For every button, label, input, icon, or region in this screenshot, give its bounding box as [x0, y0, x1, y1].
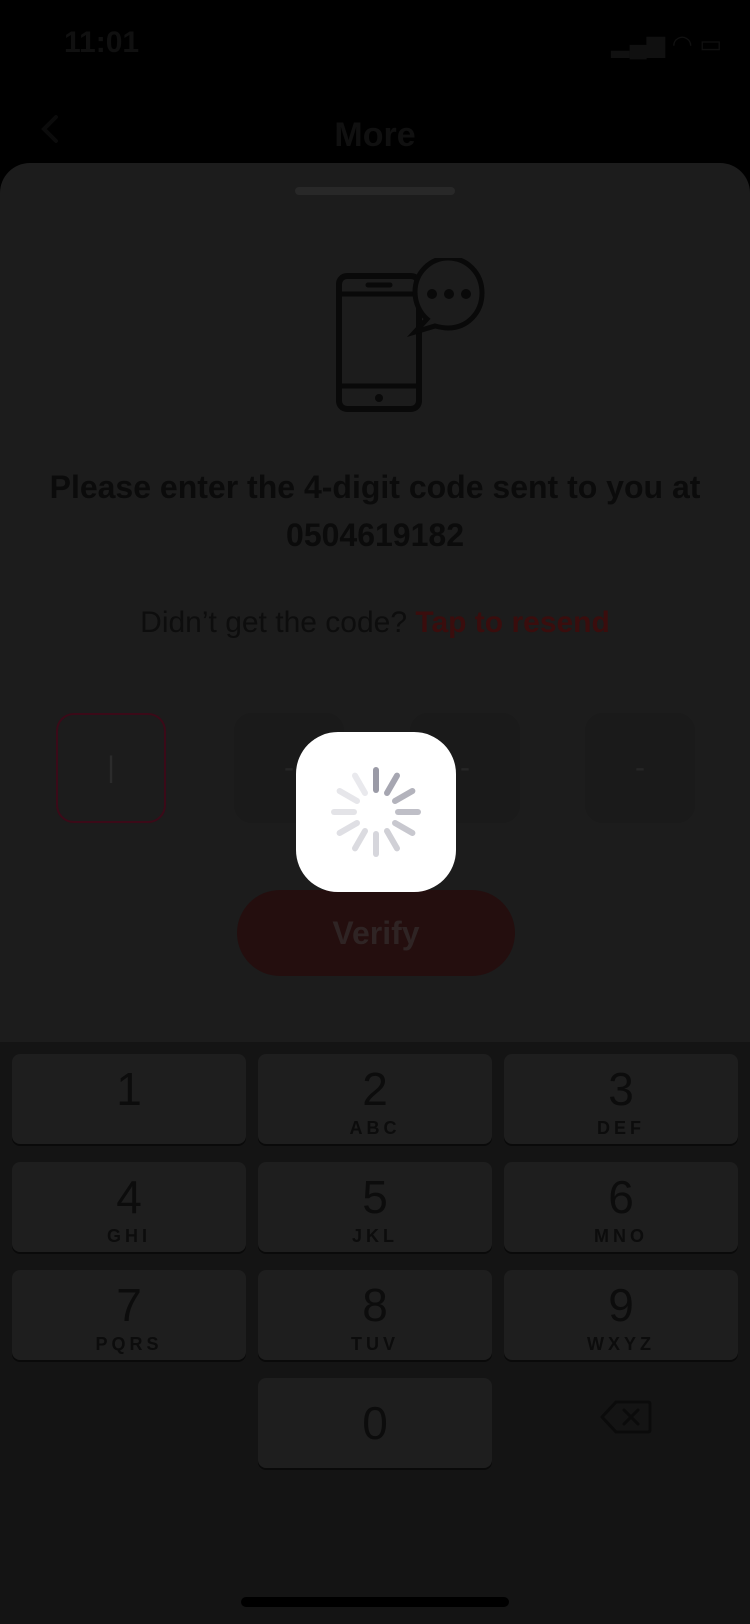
- key-letters: PQRS: [95, 1334, 163, 1354]
- backspace-icon[interactable]: [600, 1399, 652, 1435]
- key-digit: 9: [608, 1279, 634, 1331]
- status-time: 11:01: [64, 26, 140, 59]
- key-digit: 1: [116, 1063, 142, 1115]
- verify-button[interactable]: Verify: [237, 890, 515, 976]
- key-letters: MNO: [594, 1226, 648, 1246]
- key-7[interactable]: 7 PQRS: [12, 1270, 246, 1360]
- key-8[interactable]: 8 TUV: [258, 1270, 492, 1360]
- loading-indicator: [296, 732, 456, 892]
- key-digit: 8: [362, 1279, 388, 1331]
- key-5[interactable]: 5 JKL: [258, 1162, 492, 1252]
- sheet-grabber[interactable]: [295, 187, 455, 195]
- key-digit: 6: [608, 1171, 634, 1223]
- key-digit: 0: [362, 1397, 388, 1449]
- resend-question: Didn’t get the code?: [140, 606, 408, 639]
- key-letters: WXYZ: [587, 1334, 655, 1354]
- key-4[interactable]: 4 GHI: [12, 1162, 246, 1252]
- key-letters: GHI: [106, 1226, 151, 1246]
- key-letters: ABC: [349, 1118, 401, 1138]
- status-indicators-icon: ▂▄▆ ◠ ▭: [611, 31, 722, 58]
- home-indicator: [241, 1597, 509, 1607]
- otp-digit-4[interactable]: -: [585, 713, 695, 823]
- key-digit: 2: [362, 1063, 388, 1115]
- key-digit: 5: [362, 1171, 388, 1223]
- status-bar: 11:01 ▂▄▆ ◠ ▭: [0, 0, 750, 88]
- key-0[interactable]: 0: [258, 1378, 492, 1468]
- activity-spinner-icon: [331, 767, 421, 857]
- key-9[interactable]: 9 WXYZ: [504, 1270, 738, 1360]
- page-title: More: [334, 116, 416, 154]
- key-digit: 4: [116, 1171, 142, 1223]
- key-3[interactable]: 3 DEF: [504, 1054, 738, 1144]
- key-letters: DEF: [597, 1118, 645, 1138]
- resend-link[interactable]: Tap to resend: [415, 606, 609, 639]
- key-2[interactable]: 2 ABC: [258, 1054, 492, 1144]
- phone-message-icon: [336, 258, 485, 412]
- numeric-keypad: 1 2 ABC 3 DEF 4 GHI 5 JKL 6 MNO 7 PQRS 8…: [0, 1042, 750, 1624]
- resend-row: Didn’t get the code? Tap to resend: [0, 606, 750, 640]
- key-6[interactable]: 6 MNO: [504, 1162, 738, 1252]
- key-digit: 3: [608, 1063, 634, 1115]
- key-letters: TUV: [351, 1334, 399, 1354]
- navigation-bar: More: [0, 88, 750, 168]
- key-digit: 7: [116, 1279, 142, 1331]
- otp-digit-1[interactable]: |: [56, 713, 166, 823]
- key-letters: JKL: [351, 1226, 398, 1246]
- key-1[interactable]: 1: [12, 1054, 246, 1144]
- verification-prompt: Please enter the 4-digit code sent to yo…: [49, 469, 701, 553]
